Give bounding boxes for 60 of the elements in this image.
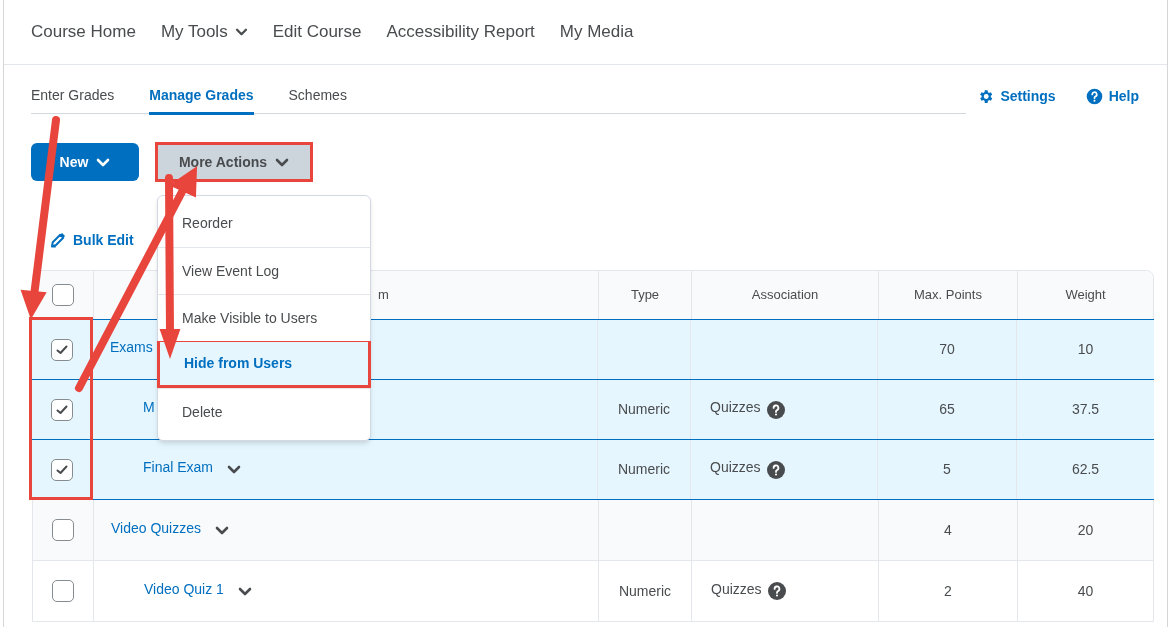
chevron-down-icon bbox=[96, 157, 111, 167]
help-icon bbox=[1085, 88, 1103, 105]
checkmark-icon bbox=[56, 344, 68, 355]
grade-item-link[interactable]: Final Exam bbox=[143, 457, 214, 478]
menu-item[interactable]: Delete bbox=[158, 388, 370, 435]
checkbox[interactable] bbox=[51, 398, 73, 421]
help-link[interactable]: Help bbox=[1085, 86, 1139, 107]
checkbox[interactable] bbox=[51, 458, 73, 481]
help-icon[interactable] bbox=[766, 460, 785, 479]
tab[interactable]: Schemes bbox=[288, 85, 347, 115]
table-cell-text: 4 bbox=[944, 520, 952, 540]
table-cell-text: 10 bbox=[1077, 340, 1094, 359]
help-icon[interactable] bbox=[766, 400, 785, 419]
checkbox[interactable] bbox=[52, 284, 74, 306]
table-cell-text: Numeric bbox=[617, 460, 671, 479]
column-header: m bbox=[378, 286, 389, 305]
column-header: Max. Points bbox=[914, 286, 982, 305]
table-cell-text: Numeric bbox=[617, 400, 671, 419]
table-cell-text: 2 bbox=[944, 581, 952, 601]
tab[interactable]: Enter Grades bbox=[31, 85, 115, 115]
nav-link[interactable]: Accessibility Report bbox=[386, 19, 535, 45]
help-icon[interactable] bbox=[767, 582, 786, 600]
table-cell-text: 37.5 bbox=[1071, 400, 1100, 419]
grade-item-link[interactable]: Video Quizzes bbox=[111, 517, 201, 539]
grade-item-link[interactable]: Video Quiz 1 bbox=[144, 578, 224, 600]
checkbox[interactable] bbox=[52, 519, 74, 541]
checkbox[interactable] bbox=[51, 338, 73, 361]
table-cell-text: Quizzes bbox=[710, 398, 761, 417]
table-cell-text: 40 bbox=[1077, 581, 1094, 601]
table-cell-text: Quizzes bbox=[710, 458, 761, 477]
pencil-icon bbox=[49, 231, 67, 249]
grade-item-link[interactable]: M bbox=[143, 397, 155, 418]
nav-link[interactable]: Edit Course bbox=[272, 19, 362, 45]
nav-link[interactable]: Course Home bbox=[31, 19, 136, 45]
menu-item[interactable]: Hide from Users bbox=[157, 341, 371, 388]
table-cell-text: 65 bbox=[939, 400, 955, 419]
table-cell-text: 20 bbox=[1077, 520, 1094, 540]
table-cell-text: 5 bbox=[943, 460, 951, 479]
chevron-down-icon bbox=[275, 157, 290, 167]
checkmark-icon bbox=[56, 404, 68, 415]
table-cell-text: 62.5 bbox=[1071, 460, 1100, 479]
column-header: Association bbox=[751, 286, 819, 305]
table-cell-text: Quizzes bbox=[711, 579, 762, 599]
menu-item[interactable]: Reorder bbox=[158, 200, 370, 247]
new-button[interactable]: New bbox=[31, 143, 139, 181]
tab[interactable]: Manage Grades bbox=[149, 85, 254, 115]
settings-icon bbox=[977, 88, 995, 105]
nav-link[interactable]: My Tools bbox=[160, 19, 248, 45]
table-cell-text: Numeric bbox=[618, 581, 672, 601]
checkmark-icon bbox=[56, 464, 68, 475]
more-actions-button[interactable]: More Actions bbox=[155, 142, 313, 182]
column-header: Weight bbox=[1065, 286, 1106, 305]
column-header: Type bbox=[630, 286, 660, 305]
grade-item-link[interactable]: Exams bbox=[110, 337, 153, 358]
bulk-edit-button[interactable]: Bulk Edit bbox=[49, 229, 134, 251]
checkbox[interactable] bbox=[52, 580, 74, 602]
settings-link[interactable]: Settings bbox=[977, 86, 1056, 107]
menu-item[interactable]: View Event Log bbox=[158, 247, 370, 294]
table-cell-text: 70 bbox=[939, 340, 955, 359]
nav-link[interactable]: My Media bbox=[559, 19, 634, 45]
